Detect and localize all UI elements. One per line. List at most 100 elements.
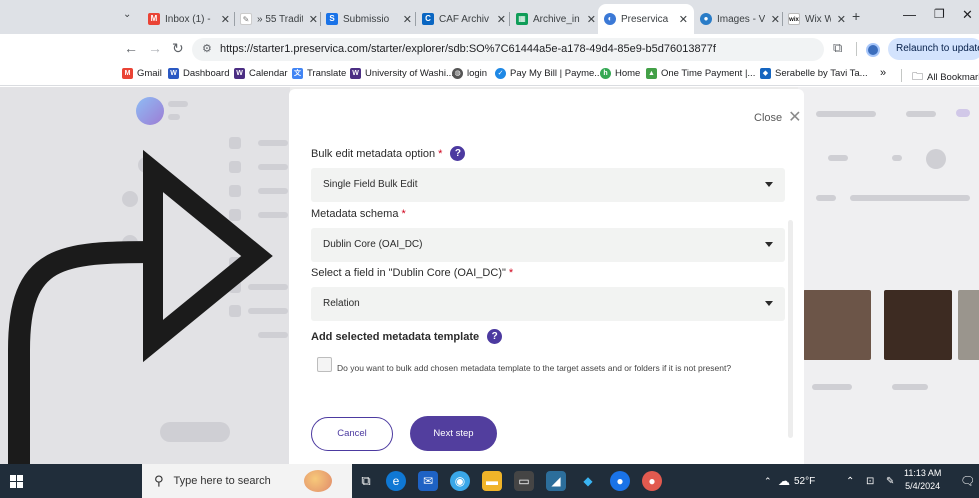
- bookmark-serabelle[interactable]: ◆ Serabelle by Tavi Ta...: [760, 68, 868, 79]
- bookmark-translate[interactable]: 文 Translate: [292, 68, 346, 79]
- chrome-profile-icon[interactable]: ●: [642, 471, 662, 491]
- bookmark-one-time-payment[interactable]: ▲ One Time Payment |...: [646, 68, 755, 79]
- reload-icon[interactable]: ↻: [172, 40, 184, 57]
- section-title-text: Add selected metadata template: [311, 330, 480, 343]
- content-row: [812, 384, 852, 390]
- sidebar-icon: [229, 185, 241, 197]
- tab-submission[interactable]: S Submissio ✕: [324, 6, 412, 32]
- close-button[interactable]: Close ✕: [754, 110, 802, 126]
- asset-thumbnail: [958, 290, 979, 360]
- teams-icon[interactable]: ✉: [418, 471, 438, 491]
- sidebar-bottom-button: [160, 422, 230, 442]
- bookmark-label: One Time Payment |...: [661, 68, 756, 79]
- address-bar[interactable]: ⚙ https://starter1.preservica.com/starte…: [192, 38, 824, 61]
- all-bookmarks[interactable]: 🗀 All Bookmarks: [912, 68, 979, 87]
- forward-arrow-icon[interactable]: →: [148, 40, 162, 56]
- chrome-blue-icon[interactable]: ◉: [450, 471, 470, 491]
- restore-icon[interactable]: ❐: [934, 7, 945, 21]
- close-tab-icon[interactable]: ✕: [771, 13, 780, 26]
- extensions-icon[interactable]: ⧉: [833, 40, 842, 56]
- clock-date: 5/4/2024: [905, 481, 941, 491]
- sidebar-row: [258, 332, 288, 338]
- bookmarks-overflow-button[interactable]: »: [880, 67, 886, 79]
- chrome-icon[interactable]: ●: [610, 471, 630, 491]
- bookmark-calendar[interactable]: W Calendar: [234, 68, 288, 79]
- feather-icon: ✎: [240, 13, 252, 25]
- help-icon[interactable]: ?: [487, 329, 503, 344]
- minimize-icon[interactable]: —: [903, 7, 916, 22]
- bookmarks-bar: M Gmail W Dashboard W Calendar 文 Translate W…: [0, 64, 979, 86]
- bookmark-home[interactable]: h Home: [600, 68, 640, 79]
- bookmark-uw[interactable]: W University of Washi...: [350, 68, 454, 79]
- modal-scrollbar[interactable]: [788, 220, 793, 438]
- required-mark: *: [508, 267, 514, 279]
- asset-thumbnail: [803, 290, 871, 360]
- cancel-button[interactable]: Cancel: [311, 417, 393, 451]
- relaunch-button[interactable]: Relaunch to update ⋮: [888, 38, 979, 60]
- tab-wix[interactable]: wix Wix Websi ✕: [786, 6, 846, 32]
- select-value: Relation: [323, 298, 360, 309]
- url-text[interactable]: https://starter1.preservica.com/starter/…: [220, 43, 716, 55]
- next-step-label: Next step: [433, 428, 474, 439]
- notifications-icon[interactable]: 🗨: [960, 464, 975, 498]
- terminal-icon[interactable]: ▭: [514, 471, 534, 491]
- close-window-icon[interactable]: ✕: [962, 7, 973, 23]
- tab-traditions[interactable]: ✎ » 55 Tradit ✕: [238, 6, 318, 32]
- system-clock[interactable]: 11:13 AM 5/4/2024: [904, 467, 941, 493]
- close-tab-icon[interactable]: ✕: [309, 13, 318, 26]
- next-step-button[interactable]: Next step: [410, 416, 497, 451]
- content-row: [816, 195, 836, 201]
- content-row: [892, 155, 902, 161]
- bookmark-gmail[interactable]: M Gmail: [122, 68, 162, 79]
- close-tab-icon[interactable]: ✕: [403, 13, 412, 26]
- sidebar-nav-icon: [122, 191, 138, 207]
- close-tab-icon[interactable]: ✕: [679, 13, 688, 26]
- close-tab-icon[interactable]: ✕: [497, 13, 506, 26]
- schema-select[interactable]: Dublin Core (OAI_DC): [311, 228, 785, 262]
- tray-expand-icon[interactable]: ⌃: [764, 464, 772, 498]
- images-icon: ●: [700, 13, 712, 25]
- bookmark-login[interactable]: ◍ login: [452, 68, 487, 79]
- field-select-label: Select a field in "Dublin Core (OAI_DC)"…: [311, 267, 513, 279]
- pen-icon[interactable]: ✎: [886, 464, 894, 498]
- bluestacks-icon[interactable]: ◆: [578, 471, 598, 491]
- site-settings-icon[interactable]: ⚙: [202, 42, 212, 55]
- taskbar-search[interactable]: ⚲ Type here to search: [142, 464, 352, 498]
- field-select[interactable]: Relation: [311, 287, 785, 321]
- close-icon[interactable]: ✕: [788, 110, 801, 126]
- help-icon[interactable]: ?: [450, 146, 466, 161]
- tab-strip: ⌄ M Inbox (1) - ✕ ✎ » 55 Tradit ✕ S Subm…: [0, 0, 979, 34]
- folder-icon: 🗀: [912, 71, 923, 83]
- tab-label: CAF Archiv: [439, 13, 490, 25]
- close-tab-icon[interactable]: ✕: [221, 13, 230, 26]
- bookmark-pay-bill[interactable]: ✓ Pay My Bill | Payme...: [495, 68, 602, 79]
- close-tab-icon[interactable]: ✕: [837, 13, 846, 26]
- edge-icon[interactable]: e: [386, 471, 406, 491]
- photos-icon[interactable]: ◢: [546, 471, 566, 491]
- bookmark-dashboard[interactable]: W Dashboard: [168, 68, 229, 79]
- new-tab-button[interactable]: +: [852, 8, 860, 24]
- tab-caf-archive[interactable]: C CAF Archiv ✕: [420, 6, 506, 32]
- file-explorer-icon[interactable]: ▬: [482, 471, 502, 491]
- tray-chevron-icon[interactable]: ⌃: [846, 464, 854, 498]
- globe-icon: ◍: [452, 68, 463, 79]
- tab-images[interactable]: ● Images - V ✕: [698, 6, 780, 32]
- tab-preservica[interactable]: ◐ Preservica ✕: [598, 4, 694, 34]
- toolbar-separator: [856, 42, 857, 56]
- task-view-icon[interactable]: ⧉: [356, 471, 376, 491]
- add-template-checkbox-label[interactable]: Do you want to bulk add chosen metadata …: [311, 358, 781, 379]
- tab-search-chevron-icon[interactable]: ⌄: [123, 9, 131, 20]
- start-button[interactable]: [0, 464, 32, 498]
- tab-archive-inventory[interactable]: ▦ Archive_in ✕: [514, 6, 596, 32]
- close-tab-icon[interactable]: ✕: [587, 13, 596, 26]
- network-icon[interactable]: ⊡: [866, 464, 874, 498]
- weather-widget[interactable]: ☁ 52°F: [778, 464, 815, 498]
- profile-avatar[interactable]: [866, 43, 880, 57]
- bulk-option-select[interactable]: Single Field Bulk Edit: [311, 168, 785, 202]
- back-arrow-icon[interactable]: ←: [124, 40, 138, 56]
- sidebar-nav-icon: [122, 235, 138, 251]
- app-sidebar-dimmed: [0, 87, 290, 464]
- sidebar-row: [248, 308, 288, 314]
- tab-label: Submissio: [343, 13, 390, 25]
- tab-gmail[interactable]: M Inbox (1) - ✕: [146, 6, 230, 32]
